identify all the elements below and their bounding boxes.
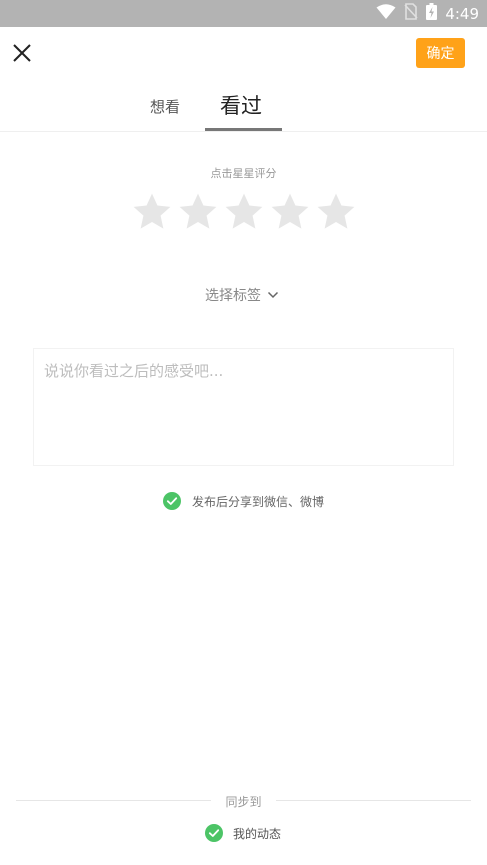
confirm-button[interactable]: 确定 bbox=[416, 38, 465, 68]
tag-selector-label: 选择标签 bbox=[205, 288, 261, 304]
status-bar: 4:49 bbox=[0, 0, 487, 27]
divider-left bbox=[16, 800, 211, 801]
active-tab-indicator bbox=[205, 128, 282, 131]
comment-box bbox=[33, 348, 454, 466]
close-button[interactable] bbox=[8, 39, 36, 67]
star-icon-2[interactable] bbox=[177, 191, 219, 233]
star-icon-5[interactable] bbox=[315, 191, 357, 233]
star-rating bbox=[131, 191, 357, 235]
tag-selector[interactable]: 选择标签 bbox=[205, 285, 279, 305]
sync-title: 同步到 bbox=[225, 795, 262, 809]
check-circle-icon[interactable] bbox=[205, 824, 223, 842]
status-time: 4:49 bbox=[445, 4, 479, 23]
no-sim-icon bbox=[404, 3, 418, 24]
sync-item-my-feed[interactable]: 我的动态 bbox=[205, 824, 281, 842]
star-icon-1[interactable] bbox=[131, 191, 173, 233]
status-icons: 4:49 bbox=[376, 3, 479, 24]
battery-icon bbox=[426, 3, 438, 24]
check-circle-icon[interactable] bbox=[163, 492, 181, 510]
share-option[interactable]: 发布后分享到微信、微博 bbox=[163, 492, 324, 510]
tab-want-to-watch[interactable]: 想看 bbox=[150, 96, 180, 117]
wifi-icon bbox=[376, 3, 396, 24]
star-icon-4[interactable] bbox=[269, 191, 311, 233]
share-label: 发布后分享到微信、微博 bbox=[192, 494, 325, 509]
close-icon bbox=[13, 44, 31, 62]
sync-item-label: 我的动态 bbox=[233, 826, 282, 841]
comment-input[interactable] bbox=[34, 349, 453, 465]
divider-right bbox=[276, 800, 471, 801]
tab-bar: 想看 看过 bbox=[0, 84, 487, 132]
tab-watched[interactable]: 看过 bbox=[220, 90, 262, 120]
star-icon-3[interactable] bbox=[223, 191, 265, 233]
chevron-down-icon bbox=[267, 291, 279, 299]
rating-hint: 点击星星评分 bbox=[210, 167, 277, 180]
